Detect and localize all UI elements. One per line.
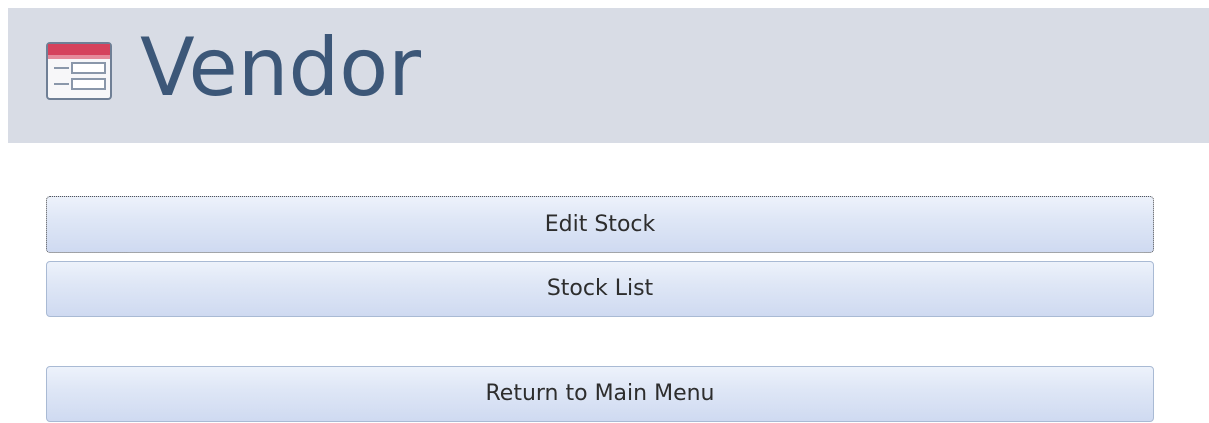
stock-list-button[interactable]: Stock List <box>46 261 1154 317</box>
stock-list-label: Stock List <box>546 276 654 301</box>
form-title: Vendor <box>140 21 422 114</box>
form-header: Vendor <box>8 8 1209 143</box>
edit-stock-label: Edit Stock <box>544 211 656 237</box>
edit-stock-button[interactable]: Edit Stock <box>46 196 1154 253</box>
return-to-main-menu-label: Return to Main Menu <box>485 381 715 406</box>
form-icon <box>45 41 115 103</box>
return-to-main-menu-button[interactable]: Return to Main Menu <box>46 366 1154 422</box>
